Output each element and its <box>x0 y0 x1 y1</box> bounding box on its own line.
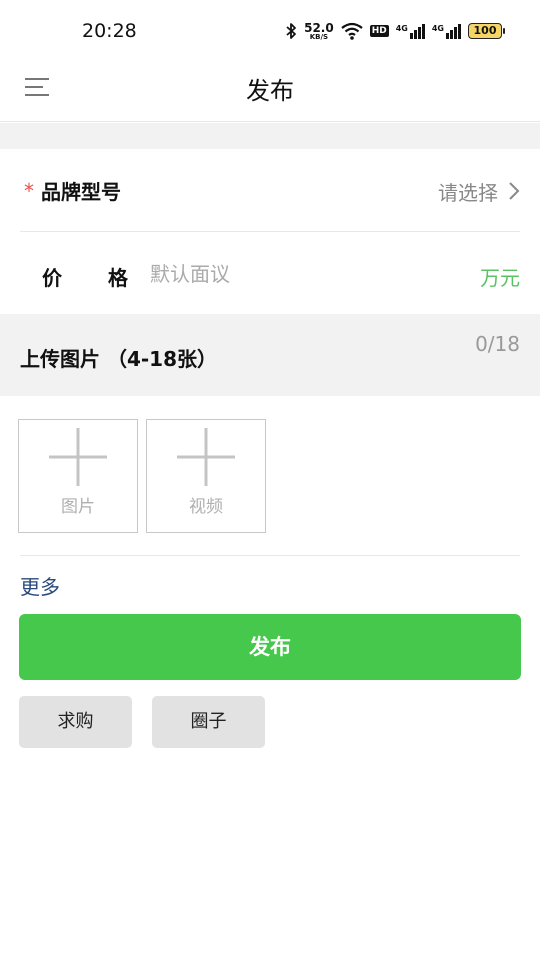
price-row: 价格 万元 <box>0 232 540 314</box>
wifi-icon <box>341 22 363 40</box>
upload-title: 上传图片 （4-18张） <box>20 347 218 371</box>
upload-photo-button[interactable]: 图片 <box>18 419 138 533</box>
divider <box>20 555 520 556</box>
chevron-right-icon <box>509 182 520 200</box>
upload-video-button[interactable]: 视频 <box>146 419 266 533</box>
bluetooth-icon <box>286 23 296 39</box>
circle-button[interactable]: 圈子 <box>152 696 265 748</box>
upload-photo-label: 图片 <box>61 497 95 517</box>
hd-badge: HD <box>369 25 389 37</box>
brand-model-select[interactable]: 请选择 <box>438 177 498 206</box>
brand-model-label: 品牌型号 <box>41 180 121 204</box>
status-icons: 52.0 KB/S HD 4G 4G 100 <box>285 18 505 44</box>
page-title: 发布 <box>246 77 294 105</box>
required-mark: * <box>24 179 34 203</box>
upload-header: 上传图片 （4-18张） 0/18 <box>0 314 540 396</box>
publish-button[interactable]: 发布 <box>19 614 521 680</box>
nav-bar: 发布 <box>0 62 540 122</box>
brand-model-row[interactable]: * 品牌型号 请选择 <box>0 149 540 231</box>
price-unit: 万元 <box>480 266 520 290</box>
status-time: 20:28 <box>82 20 137 42</box>
buy-request-button[interactable]: 求购 <box>19 696 132 748</box>
upload-video-label: 视频 <box>189 497 223 517</box>
more-link[interactable]: 更多 <box>20 571 60 600</box>
network-speed: 52.0 KB/S <box>304 20 334 41</box>
section-gap <box>0 123 540 149</box>
price-input[interactable] <box>150 258 450 290</box>
price-label: 价格 <box>42 266 128 290</box>
status-bar: 20:28 52.0 KB/S HD 4G 4G 100 <box>0 0 540 62</box>
plus-icon <box>177 428 235 486</box>
upload-count: 0/18 <box>475 332 520 356</box>
signal-icon-2: 4G <box>432 23 461 39</box>
signal-icon: 4G <box>396 23 425 39</box>
publish-screen: 20:28 52.0 KB/S HD 4G 4G 100 发布 * 品牌型号 请… <box>0 0 540 960</box>
plus-icon <box>49 428 107 486</box>
battery-icon: 100 <box>468 23 505 39</box>
